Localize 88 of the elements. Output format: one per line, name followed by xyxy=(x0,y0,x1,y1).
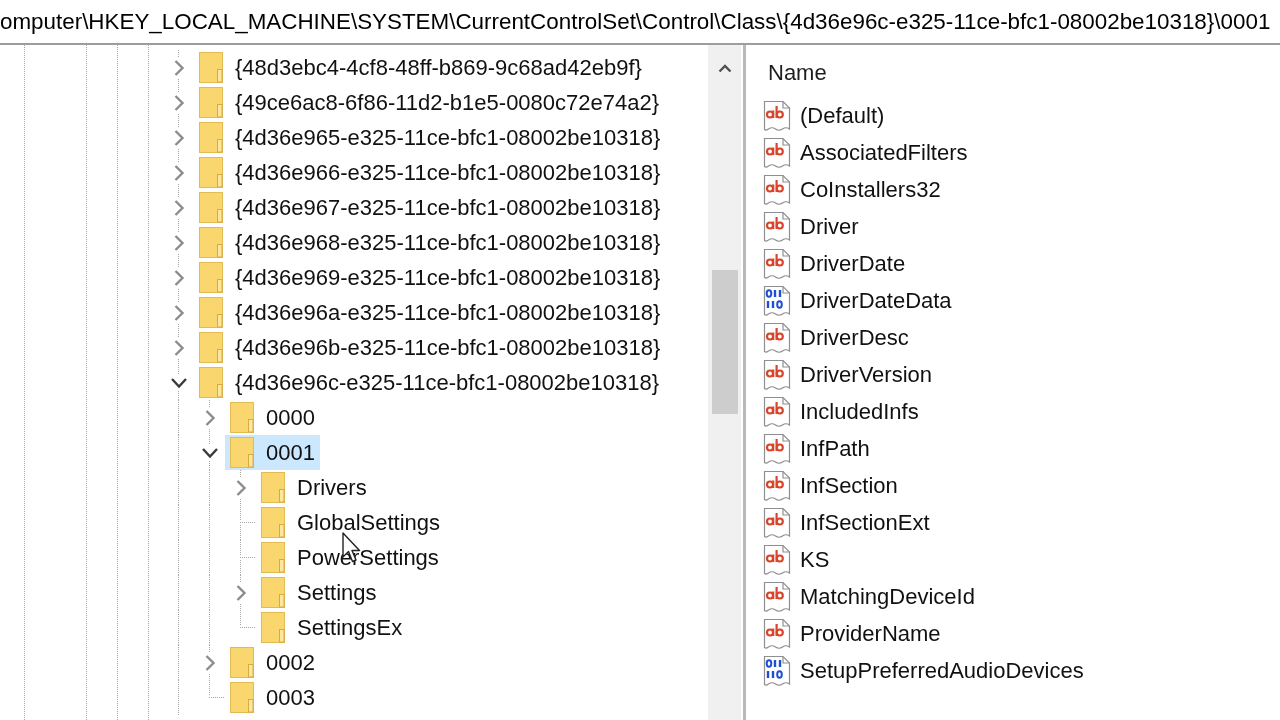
tree-item[interactable]: Drivers xyxy=(256,470,372,505)
chevron-right-icon[interactable] xyxy=(172,338,185,357)
string-value-icon xyxy=(763,543,791,576)
chevron-right-icon[interactable] xyxy=(172,163,185,182)
string-value-icon xyxy=(763,136,791,169)
value-name[interactable]: IncludedInfs xyxy=(798,397,921,426)
tree-item[interactable]: Settings xyxy=(256,575,382,610)
tree-item[interactable]: {4d36e969-e325-11ce-bfc1-08002be10318} xyxy=(194,260,666,295)
folder-icon xyxy=(199,227,223,258)
chevron-right-icon[interactable] xyxy=(234,583,247,602)
chevron-right-icon[interactable] xyxy=(172,128,185,147)
value-name[interactable]: DriverDateData xyxy=(798,286,954,315)
string-value-icon xyxy=(763,247,791,280)
tree-item[interactable]: {4d36e968-e325-11ce-bfc1-08002be10318} xyxy=(194,225,666,260)
value-name[interactable]: InfPath xyxy=(798,434,872,463)
folder-icon xyxy=(199,332,223,363)
string-value-icon xyxy=(763,99,791,132)
tree-item[interactable]: {4d36e966-e325-11ce-bfc1-08002be10318} xyxy=(194,155,666,190)
folder-icon xyxy=(230,682,254,713)
string-value-icon xyxy=(763,395,791,428)
tree-item[interactable]: 0000 xyxy=(225,400,320,435)
value-name[interactable]: Driver xyxy=(798,212,861,241)
folder-icon xyxy=(199,297,223,328)
folder-icon xyxy=(199,262,223,293)
folder-icon xyxy=(199,122,223,153)
chevron-right-icon[interactable] xyxy=(203,408,216,427)
string-value-icon xyxy=(763,173,791,206)
tree-item[interactable]: 0002 xyxy=(225,645,320,680)
folder-icon xyxy=(199,157,223,188)
string-value-icon xyxy=(763,580,791,613)
chevron-right-icon[interactable] xyxy=(234,478,247,497)
value-name[interactable]: InfSection xyxy=(798,471,900,500)
tree-item[interactable]: 0003 xyxy=(225,680,320,715)
folder-icon xyxy=(261,577,285,608)
tree-item[interactable]: {4d36e96a-e325-11ce-bfc1-08002be10318} xyxy=(194,295,666,330)
tree-item[interactable]: {4d36e96c-e325-11ce-bfc1-08002be10318} xyxy=(194,365,665,400)
tree-item[interactable]: {4d36e965-e325-11ce-bfc1-08002be10318} xyxy=(194,120,666,155)
value-name[interactable]: CoInstallers32 xyxy=(798,175,943,204)
value-name[interactable]: KS xyxy=(798,545,832,574)
value-name[interactable]: (Default) xyxy=(798,101,887,130)
folder-icon xyxy=(230,437,254,468)
scrollbar-track[interactable] xyxy=(708,45,741,720)
value-name[interactable]: ProviderName xyxy=(798,619,943,648)
folder-icon xyxy=(230,402,254,433)
tree-item[interactable]: GlobalSettings xyxy=(256,505,446,540)
tree-item[interactable]: SettingsEx xyxy=(256,610,408,645)
value-name[interactable]: DriverVersion xyxy=(798,360,935,389)
folder-icon xyxy=(199,192,223,223)
value-name[interactable]: DriverDate xyxy=(798,249,908,278)
folder-icon xyxy=(199,87,223,118)
folder-icon xyxy=(199,52,223,83)
folder-icon xyxy=(199,367,223,398)
column-header[interactable]: Name xyxy=(750,45,1280,97)
chevron-right-icon[interactable] xyxy=(203,653,216,672)
string-value-icon xyxy=(763,432,791,465)
folder-icon xyxy=(261,612,285,643)
chevron-down-icon[interactable] xyxy=(169,376,188,389)
tree-item[interactable]: {4d36e967-e325-11ce-bfc1-08002be10318} xyxy=(194,190,666,225)
chevron-right-icon[interactable] xyxy=(172,58,185,77)
tree-item[interactable]: {48d3ebc4-4cf8-48ff-b869-9c68ad42eb9f} xyxy=(194,50,647,85)
chevron-right-icon[interactable] xyxy=(172,268,185,287)
value-name[interactable]: AssociatedFilters xyxy=(798,138,970,167)
chevron-down-icon[interactable] xyxy=(200,446,219,459)
binary-value-icon xyxy=(763,654,791,687)
value-name[interactable]: MatchingDeviceId xyxy=(798,582,977,611)
tree-item[interactable]: {4d36e96b-e325-11ce-bfc1-08002be10318} xyxy=(194,330,666,365)
chevron-right-icon[interactable] xyxy=(172,93,185,112)
string-value-icon xyxy=(763,469,791,502)
string-value-icon xyxy=(763,617,791,650)
value-name[interactable]: DriverDesc xyxy=(798,323,911,352)
string-value-icon xyxy=(763,358,791,391)
binary-value-icon xyxy=(763,284,791,317)
chevron-right-icon[interactable] xyxy=(172,198,185,217)
folder-icon xyxy=(230,647,254,678)
tree-item[interactable]: 0001 xyxy=(225,435,320,470)
value-name[interactable]: InfSectionExt xyxy=(798,508,932,537)
chevron-right-icon[interactable] xyxy=(172,303,185,322)
address-bar[interactable]: omputer\HKEY_LOCAL_MACHINE\SYSTEM\CurrentControlSet\Control\Class\{4d36e96c-e325-11ce-bfc1-08002be10318}\0001 xyxy=(0,0,1280,45)
folder-icon xyxy=(261,507,285,538)
folder-icon xyxy=(261,472,285,503)
string-value-icon xyxy=(763,210,791,243)
value-name[interactable]: SetupPreferredAudioDevices xyxy=(798,656,1086,685)
string-value-icon xyxy=(763,321,791,354)
folder-icon xyxy=(261,542,285,573)
string-value-icon xyxy=(763,506,791,539)
tree-item[interactable]: {49ce6ac8-6f86-11d2-b1e5-0080c72e74a2} xyxy=(194,85,665,120)
scrollbar-thumb[interactable] xyxy=(711,270,738,414)
chevron-right-icon[interactable] xyxy=(172,233,185,252)
